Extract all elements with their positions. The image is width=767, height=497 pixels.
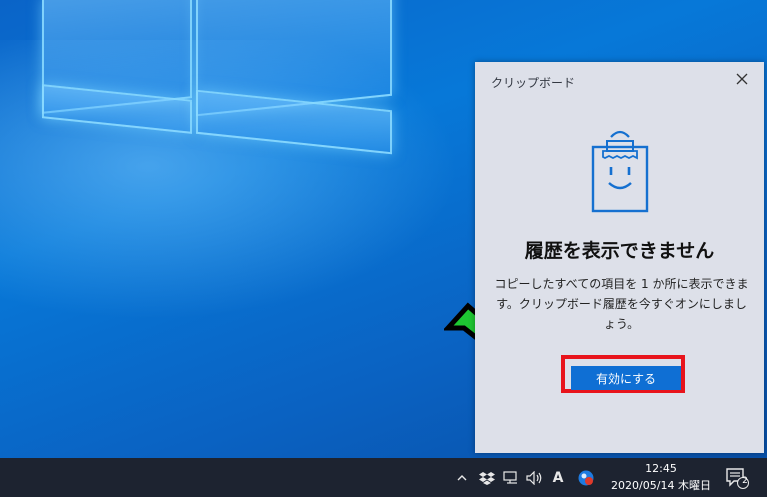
clipboard-face-icon bbox=[591, 130, 649, 213]
action-center-button[interactable]: 2 bbox=[722, 458, 752, 497]
volume-icon bbox=[526, 470, 542, 485]
clock-date: 2020/05/14 木曜日 bbox=[611, 479, 711, 492]
dropbox-icon bbox=[479, 471, 495, 485]
show-hidden-icons-button[interactable] bbox=[452, 458, 472, 497]
app-tray-button[interactable] bbox=[574, 458, 598, 497]
panel-title: クリップボード bbox=[491, 76, 576, 90]
empty-state-message: コピーしたすべての項目を 1 か所に表示できます。クリップボード履歴を今すぐオン… bbox=[494, 277, 749, 331]
clipboard-panel: クリップボード 履歴を表示できません コピーしたすべての項目を 1 か所に表示で… bbox=[475, 62, 764, 453]
app-icon bbox=[578, 470, 594, 485]
chevron-up-icon bbox=[457, 475, 467, 481]
network-tray-button[interactable] bbox=[500, 458, 522, 497]
volume-tray-button[interactable] bbox=[524, 458, 546, 497]
empty-state-heading: 履歴を表示できません bbox=[524, 240, 715, 262]
ime-indicator[interactable]: A bbox=[548, 458, 568, 497]
taskbar: A 12:45 2020/05/14 木曜日 2 bbox=[0, 458, 767, 497]
dropbox-tray-button[interactable] bbox=[476, 458, 498, 497]
taskbar-clock[interactable]: 12:45 2020/05/14 木曜日 bbox=[604, 460, 718, 494]
enable-history-button[interactable]: 有効にする bbox=[571, 366, 681, 390]
notification-count-badge: 2 bbox=[742, 476, 748, 486]
close-button[interactable] bbox=[727, 66, 757, 92]
clock-time: 12:45 bbox=[645, 462, 677, 475]
close-icon bbox=[736, 73, 748, 85]
network-icon bbox=[503, 470, 517, 484]
